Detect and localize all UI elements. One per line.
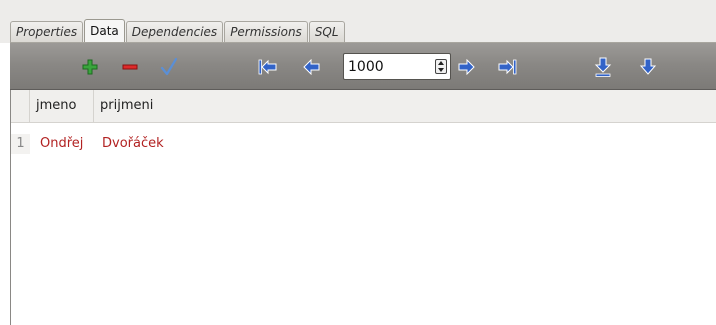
- grid-header: jmeno prijmeni: [11, 90, 716, 123]
- column-header-prijmeni[interactable]: prijmeni: [94, 90, 716, 123]
- column-header-jmeno[interactable]: jmeno: [30, 90, 94, 123]
- previous-page-button[interactable]: [301, 56, 323, 78]
- delete-row-icon: [122, 64, 138, 70]
- last-page-icon: [498, 59, 517, 75]
- row-limit-spinbox[interactable]: [343, 53, 451, 80]
- add-row-icon: [82, 59, 98, 75]
- first-page-button[interactable]: [257, 56, 279, 78]
- tab-dependencies[interactable]: Dependencies: [125, 21, 224, 43]
- tab-bar: Properties Data Dependencies Permissions…: [0, 0, 716, 43]
- spin-down-icon[interactable]: [438, 68, 444, 72]
- spin-up-icon[interactable]: [438, 61, 444, 65]
- download-all-button[interactable]: [592, 56, 614, 78]
- tab-properties[interactable]: Properties: [10, 21, 84, 43]
- row-limit-input[interactable]: [344, 54, 432, 79]
- tab-permissions[interactable]: Permissions: [224, 21, 308, 43]
- table-row[interactable]: 1 Ondřej Dvořáček: [11, 134, 716, 154]
- tab-sql[interactable]: SQL: [308, 21, 345, 43]
- apply-changes-button[interactable]: [158, 56, 180, 78]
- first-page-icon: [258, 59, 277, 75]
- download-icon: [640, 58, 656, 75]
- grid-corner: [11, 90, 30, 123]
- next-page-button[interactable]: [455, 56, 477, 78]
- next-page-icon: [458, 59, 475, 75]
- tab-data[interactable]: Data: [84, 19, 125, 43]
- spin-arrows-icon[interactable]: [435, 59, 447, 74]
- previous-page-icon: [303, 59, 320, 75]
- download-all-icon: [594, 57, 612, 77]
- data-grid: jmeno prijmeni 1 Ondřej Dvořáček: [10, 90, 716, 325]
- delete-row-button[interactable]: [119, 56, 141, 78]
- add-row-button[interactable]: [79, 56, 101, 78]
- cell-jmeno[interactable]: Ondřej: [34, 134, 98, 154]
- checkmark-icon: [160, 57, 178, 76]
- data-toolbar: [10, 43, 716, 90]
- cell-prijmeni[interactable]: Dvořáček: [96, 134, 296, 154]
- tab-strip: Properties Data Dependencies Permissions…: [10, 19, 346, 43]
- row-number: 1: [11, 134, 30, 154]
- download-button[interactable]: [637, 56, 659, 78]
- last-page-button[interactable]: [496, 56, 518, 78]
